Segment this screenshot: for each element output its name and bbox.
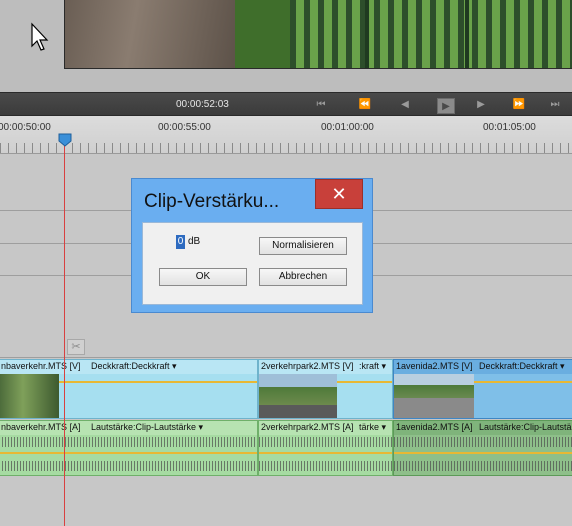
- volume-line[interactable]: [259, 452, 392, 454]
- clip-thumbnail: [0, 374, 59, 418]
- audio-clip[interactable]: nbaverkehr.MTS [A] Lautstärke:Clip-Lauts…: [0, 420, 258, 476]
- audio-waveform: [259, 461, 392, 471]
- clip-header: 1avenida2.MTS [A] Lautstärke:Clip-Lautst…: [394, 421, 572, 435]
- audio-waveform: [259, 437, 392, 447]
- ruler-label: 00:01:05:00: [483, 122, 536, 133]
- clip-property-dropdown[interactable]: Deckkraft:Deckkraft ▾: [479, 360, 565, 373]
- audio-clip[interactable]: 2verkehrpark2.MTS [A] tärke ▾: [258, 420, 393, 476]
- audio-waveform: [0, 461, 257, 471]
- step-forward-icon[interactable]: ⏩: [510, 97, 528, 112]
- video-clip[interactable]: 2verkehrpark2.MTS [V] :kraft ▾: [258, 359, 393, 419]
- clip-header: 2verkehrpark2.MTS [A] tärke ▾: [259, 421, 392, 435]
- dialog-title: Clip-Verstärku...: [144, 191, 280, 212]
- clip-property-dropdown[interactable]: Deckkraft:Deckkraft ▾: [91, 360, 177, 373]
- preview-fence: [290, 0, 572, 68]
- clip-name: 1avenida2.MTS [A]: [396, 422, 473, 432]
- clip-property-dropdown[interactable]: Lautstärke:Clip-Lautstärke ▾: [479, 421, 572, 434]
- video-clip[interactable]: nbaverkehr.MTS [V] Deckkraft:Deckkraft ▾: [0, 359, 258, 419]
- clip-header: 2verkehrpark2.MTS [V] :kraft ▾: [259, 360, 392, 374]
- clip-header: 1avenida2.MTS [V] Deckkraft:Deckkraft ▾: [394, 360, 572, 374]
- cancel-button[interactable]: Abbrechen: [259, 268, 347, 286]
- volume-line[interactable]: [394, 452, 572, 454]
- timeline-ruler[interactable]: 00:00:50:00 00:00:55:00 00:01:00:00 00:0…: [0, 116, 572, 154]
- clip-property-dropdown[interactable]: :kraft ▾: [359, 360, 386, 373]
- clip-name: 2verkehrpark2.MTS [A]: [261, 422, 354, 432]
- go-to-end-icon[interactable]: ⏭: [546, 97, 564, 112]
- clip-header: nbaverkehr.MTS [A] Lautstärke:Clip-Lauts…: [0, 421, 257, 435]
- preview-fence-post: [365, 0, 369, 68]
- frame-forward-icon[interactable]: ▶: [472, 97, 490, 112]
- mouse-cursor-icon: [31, 22, 49, 51]
- clip-thumbnail: [394, 374, 474, 418]
- volume-line[interactable]: [0, 452, 257, 454]
- play-icon[interactable]: ▶: [437, 98, 455, 114]
- track-divider: [0, 357, 572, 358]
- transport-bar: 00:00:52:03 ⏮ ⏪ ◀ ▶ ▶ ⏩ ⏭: [0, 92, 572, 116]
- clip-thumbnail: [259, 374, 337, 418]
- audio-waveform: [394, 437, 572, 447]
- clip-name: nbaverkehr.MTS [V]: [1, 361, 81, 371]
- clip-name: nbaverkehr.MTS [A]: [1, 422, 81, 432]
- ok-button[interactable]: OK: [159, 268, 247, 286]
- ruler-ticks: [0, 143, 572, 153]
- ruler-label: 00:00:55:00: [158, 122, 211, 133]
- normalize-button[interactable]: Normalisieren: [259, 237, 347, 255]
- preview-path-area: [65, 0, 235, 68]
- frame-back-icon[interactable]: ◀: [396, 97, 414, 112]
- playhead-line: [64, 146, 65, 526]
- clip-property-dropdown[interactable]: Lautstärke:Clip-Lautstärke ▾: [91, 421, 203, 434]
- current-timecode: 00:00:52:03: [176, 99, 229, 110]
- audio-waveform: [0, 437, 257, 447]
- close-icon[interactable]: ✕: [315, 179, 363, 209]
- dialog-body: 0 dB Normalisieren OK Abbrechen: [142, 222, 363, 305]
- gain-input[interactable]: 0: [176, 235, 185, 249]
- scissors-icon[interactable]: ✂: [67, 339, 85, 355]
- clip-name: 1avenida2.MTS [V]: [396, 361, 473, 371]
- clip-name: 2verkehrpark2.MTS [V]: [261, 361, 354, 371]
- video-preview: [64, 0, 572, 69]
- ruler-label: 00:01:00:00: [321, 122, 374, 133]
- preview-fence-post: [465, 0, 469, 68]
- audio-waveform: [394, 461, 572, 471]
- clip-gain-dialog: Clip-Verstärku... ✕ 0 dB Normalisieren O…: [131, 178, 373, 313]
- clip-property-dropdown[interactable]: tärke ▾: [359, 421, 386, 434]
- playhead-handle-icon[interactable]: [58, 133, 72, 147]
- go-to-start-icon[interactable]: ⏮: [312, 97, 330, 112]
- step-back-icon[interactable]: ⏪: [356, 97, 374, 112]
- clip-header: nbaverkehr.MTS [V] Deckkraft:Deckkraft ▾: [0, 360, 257, 374]
- video-clip[interactable]: 1avenida2.MTS [V] Deckkraft:Deckkraft ▾: [393, 359, 572, 419]
- audio-clip[interactable]: 1avenida2.MTS [A] Lautstärke:Clip-Lautst…: [393, 420, 572, 476]
- gain-unit-label: dB: [188, 236, 201, 247]
- ruler-label: 00:00:50:00: [0, 122, 51, 133]
